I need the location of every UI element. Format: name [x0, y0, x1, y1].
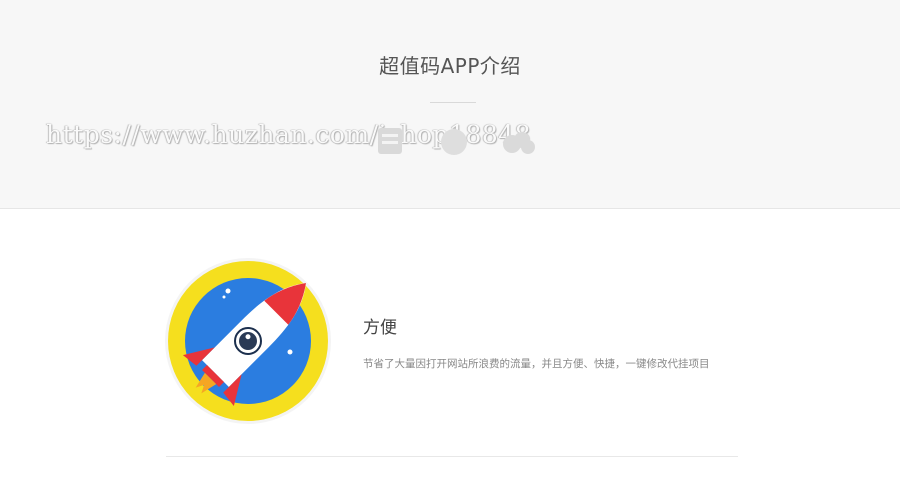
feature-description: 节省了大量因打开网站所浪费的流量，并且方便、快捷，一键修改代挂项目: [363, 358, 710, 370]
feature-title: 方便: [363, 318, 397, 338]
hero-section: 超值码APP介绍 https://www.huzhan.com/ishop188…: [0, 0, 900, 209]
title-divider: [430, 102, 476, 103]
watermark-icons: [378, 128, 535, 155]
page-title: 超值码APP介绍: [379, 54, 521, 78]
section-divider: [166, 456, 738, 457]
rocket-icon: [165, 258, 331, 424]
